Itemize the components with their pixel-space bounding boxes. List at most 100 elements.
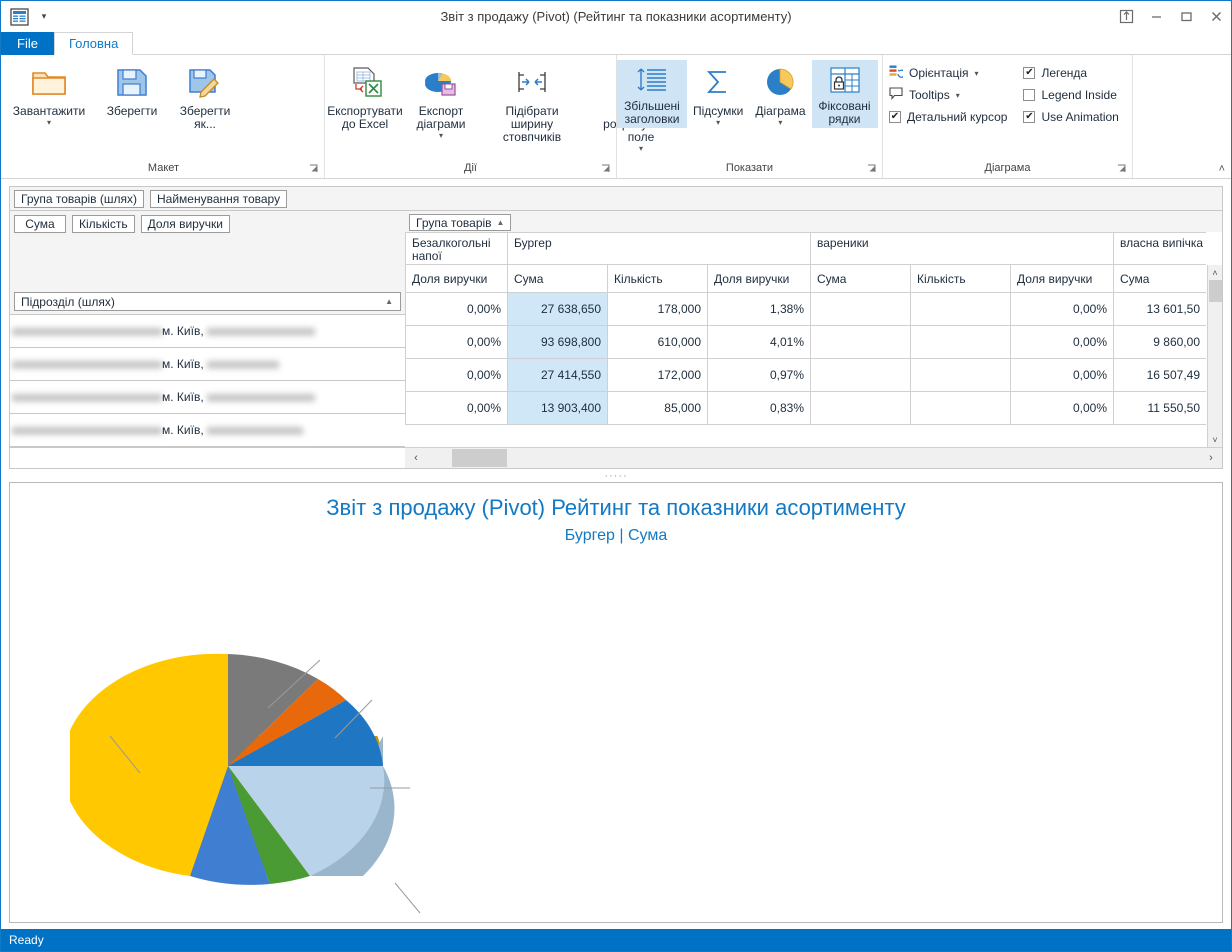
report-icon[interactable] [8, 7, 30, 27]
cell[interactable]: 0,00% [1010, 359, 1113, 392]
cell[interactable] [910, 293, 1010, 326]
panel-splitter[interactable]: ····· [1, 469, 1231, 482]
table-row-header[interactable]: xxxxxxxxxxxxxxxxxxxxxxxxx м. Київ, xxxxxx… [10, 348, 405, 381]
tab-file[interactable]: File [1, 32, 54, 55]
row-field-subdivision-path[interactable]: Підрозділ (шлях) ▲ [14, 292, 401, 311]
cell[interactable] [810, 326, 910, 359]
table-row-header[interactable]: xxxxxxxxxxxxxxxxxxxxxxxxx м. Київ, xxxxxx… [10, 381, 405, 414]
menu-tooltips[interactable]: Tooltips ▾ [889, 86, 1007, 104]
cell[interactable]: 11 550,50 [1113, 392, 1206, 425]
button-freeze-rows[interactable]: Фіксовані рядки [811, 60, 878, 128]
checkbox-icon[interactable]: ✔ [889, 111, 901, 123]
group-header-cell[interactable]: Безалкогольні напої [405, 232, 507, 265]
cell[interactable]: 610,000 [607, 326, 707, 359]
cell[interactable]: 9 860,00 [1113, 326, 1206, 359]
button-export-excel[interactable]: Експортувати до Excel [325, 60, 405, 133]
button-enlarge-headers[interactable]: Збільшені заголовки [617, 60, 687, 128]
button-chart[interactable]: Діаграма ▾ [749, 60, 811, 129]
sub-header-cell[interactable]: Кількість [910, 265, 1010, 293]
cell[interactable]: 172,000 [607, 359, 707, 392]
group-header-cell[interactable]: вареники [810, 232, 1113, 265]
sub-header-cell[interactable]: Доля виручки [1010, 265, 1113, 293]
measure-pill-sum[interactable]: Сума [14, 214, 66, 233]
table-row-header[interactable]: xxxxxxxxxxxxxxxxxxxxxxxxx м. Київ, xxxxxx… [10, 414, 405, 447]
group-header-cell[interactable]: власна випічка [1113, 232, 1206, 265]
button-fit-columns[interactable]: Підібрати ширину стовпчиків [477, 60, 587, 146]
chevron-down-icon[interactable]: ▾ [716, 119, 720, 127]
horizontal-scroll-track[interactable] [427, 448, 1200, 468]
cell[interactable]: 0,83% [707, 392, 810, 425]
dialog-launcher-icon[interactable] [1117, 164, 1127, 174]
measure-pill-quantity[interactable]: Кількість [72, 214, 135, 233]
button-save-as[interactable]: Зберегти як... [169, 60, 241, 133]
vertical-scrollbar[interactable]: ˄ ˅ [1207, 265, 1222, 447]
pivot-column-field-zone[interactable]: Група товарів (шлях) Найменування товару [9, 186, 1223, 210]
column-group-pill[interactable]: Група товарів ▲ [409, 214, 512, 231]
cell[interactable]: 0,00% [405, 326, 507, 359]
chevron-down-icon[interactable]: ▾ [956, 91, 960, 100]
cell[interactable] [810, 392, 910, 425]
chevron-down-icon[interactable]: ▾ [439, 132, 443, 140]
cell[interactable]: 27 414,550 [507, 359, 607, 392]
chevron-up-icon[interactable]: ˄ [1219, 163, 1225, 175]
sub-header-cell[interactable]: Доля виручки [405, 265, 507, 293]
table-row-header[interactable]: xxxxxxxxxxxxxxxxxxxxxxxxx м. Київ, xxxxxx… [10, 315, 405, 348]
dialog-launcher-icon[interactable] [601, 164, 611, 174]
chevron-down-icon[interactable]: ▾ [47, 119, 51, 127]
cell[interactable]: 178,000 [607, 293, 707, 326]
sub-header-cell[interactable]: Сума [1113, 265, 1206, 293]
scroll-left-icon[interactable]: ‹ [405, 448, 427, 468]
cell[interactable]: 93 698,800 [507, 326, 607, 359]
button-save[interactable]: Зберегти [95, 60, 169, 120]
checkbox-icon[interactable]: ✔ [1023, 111, 1036, 123]
cell[interactable]: 16 507,49 [1113, 359, 1206, 392]
pivot-column-group-zone[interactable]: Група товарів ▲ [405, 211, 1222, 232]
horizontal-scrollbar[interactable]: ‹ › [405, 447, 1222, 468]
qat-dropdown-icon[interactable]: ▾ [36, 8, 52, 26]
minimize-button[interactable] [1141, 1, 1171, 32]
cell[interactable]: 0,00% [405, 359, 507, 392]
sub-header-cell[interactable]: Кількість [607, 265, 707, 293]
tab-home[interactable]: Головна [53, 32, 134, 55]
cell[interactable]: 0,00% [1010, 392, 1113, 425]
sub-header-cell[interactable]: Сума [507, 265, 607, 293]
sub-header-cell[interactable]: Доля виручки [707, 265, 810, 293]
horizontal-scroll-thumb[interactable] [452, 449, 507, 467]
cell[interactable]: 1,38% [707, 293, 810, 326]
cell[interactable] [910, 359, 1010, 392]
sort-asc-icon[interactable]: ▲ [385, 297, 393, 306]
button-export-chart[interactable]: Експорт діаграми ▾ [405, 60, 477, 142]
checkbox-use-animation[interactable]: ✔ Use Animation [1023, 108, 1119, 126]
cell[interactable]: 13 903,400 [507, 392, 607, 425]
cell[interactable] [810, 293, 910, 326]
cell[interactable]: 0,00% [405, 293, 507, 326]
checkbox-legend[interactable]: ✔ Легенда [1023, 64, 1118, 82]
cell[interactable]: 85,000 [607, 392, 707, 425]
measure-pill-revenue-share[interactable]: Доля виручки [140, 214, 230, 233]
checkbox-icon[interactable] [1023, 89, 1036, 101]
scroll-right-icon[interactable]: › [1200, 448, 1222, 468]
checkbox-icon[interactable]: ✔ [1023, 67, 1036, 79]
dialog-launcher-icon[interactable] [309, 164, 319, 174]
cell[interactable] [910, 392, 1010, 425]
button-load[interactable]: Завантажити ▾ [3, 60, 95, 129]
button-totals[interactable]: Підсумки ▾ [687, 60, 749, 129]
maximize-button[interactable] [1171, 1, 1201, 32]
field-pill-product-name[interactable]: Найменування товару [150, 189, 288, 208]
cell[interactable]: 0,97% [707, 359, 810, 392]
cell[interactable]: 4,01% [707, 326, 810, 359]
vertical-scroll-thumb[interactable] [1208, 280, 1222, 302]
cell[interactable]: 13 601,50 [1113, 293, 1206, 326]
cell[interactable] [910, 326, 1010, 359]
sort-asc-icon[interactable]: ▲ [497, 218, 505, 227]
close-button[interactable] [1201, 1, 1231, 32]
ribbon-pin-icon[interactable] [1111, 1, 1141, 32]
pivot-measure-zone[interactable]: Сума Кількість Доля виручки [10, 211, 405, 236]
chevron-down-icon[interactable]: ▾ [778, 119, 782, 127]
dialog-launcher-icon[interactable] [867, 164, 877, 174]
field-pill-product-group-path[interactable]: Група товарів (шлях) [14, 189, 144, 208]
cell[interactable] [810, 359, 910, 392]
chevron-down-icon[interactable]: ▾ [975, 69, 979, 78]
menu-orientation[interactable]: Орієнтація ▾ [889, 64, 1007, 82]
cell[interactable]: 0,00% [1010, 293, 1113, 326]
